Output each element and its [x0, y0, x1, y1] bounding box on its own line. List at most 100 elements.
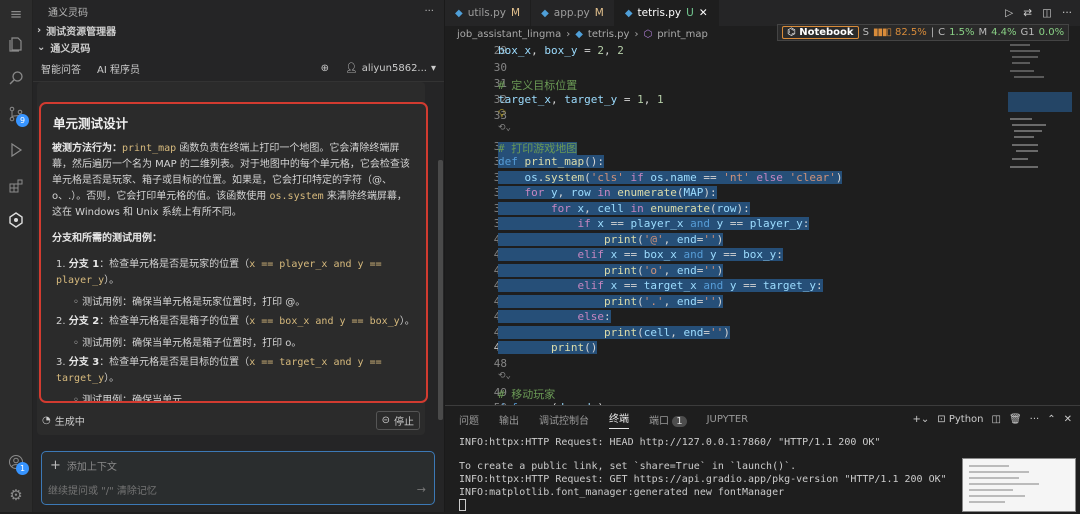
minimap[interactable] — [1008, 40, 1072, 190]
add-context-button[interactable]: + 添加上下文 — [42, 452, 434, 479]
branch-list: 1. 分支 1：检查单元格是否是玩家的位置（x == player_x and … — [52, 257, 415, 403]
source-control-icon[interactable]: 9 — [6, 104, 29, 127]
account-icon[interactable]: 1 — [6, 452, 29, 475]
new-chat-icon[interactable]: ⊕ — [321, 63, 329, 74]
more-actions-icon[interactable]: ··· — [1030, 414, 1040, 425]
send-arrow-icon[interactable]: → — [417, 483, 426, 496]
branches-heading: 分支和所需的测试用例： — [52, 233, 162, 244]
search-icon[interactable] — [6, 68, 26, 88]
tab-problems[interactable]: 问题 — [459, 412, 479, 427]
code-line-47: print() — [498, 341, 598, 354]
code-line-44: print('.', end='') — [498, 295, 724, 308]
tab-smart-qa[interactable]: 智能问答 — [41, 61, 81, 76]
ports-badge: 1 — [672, 415, 687, 427]
card-heading: 单元测试设计 — [53, 116, 129, 131]
chevron-down-icon: ⌄ — [37, 42, 46, 53]
method-behavior-paragraph: 被测方法行为：print_map 函数负责在终端上打印一个地图。它会清除终端屏幕… — [52, 143, 410, 218]
python-file-icon: ◆ — [455, 7, 463, 19]
plus-icon: + — [50, 458, 61, 473]
new-terminal-icon[interactable]: +⌄ — [913, 414, 930, 425]
tab-jupyter[interactable]: JUPYTER — [707, 414, 749, 425]
tab-tetris-py[interactable]: ◆ tetris.py U ✕ — [614, 0, 719, 26]
tree-item-test-explorer[interactable]: › 测试资源管理器 — [33, 22, 444, 39]
screen-thumbnail — [962, 458, 1076, 512]
user-icon: 👤︎ — [345, 63, 358, 74]
terminal-line: INFO:httpx:HTTP Request: HEAD http://127… — [459, 437, 881, 448]
code-line-39: if x == player_x and y == player_y: — [498, 217, 810, 230]
close-panel-icon[interactable]: ✕ — [1064, 414, 1072, 425]
notebook-button[interactable]: ⌬ Notebook — [782, 26, 859, 39]
tab-ports[interactable]: 端口 1 — [649, 412, 687, 427]
editor-area: ◆ utils.py M ◆ app.py M ◆ tetris.py U ✕ ▷ ⇄ ◫ ·… — [445, 0, 1080, 414]
extensions-icon[interactable] — [6, 176, 26, 196]
chat-scrollbar[interactable] — [438, 160, 443, 420]
breadcrumb-symbol[interactable]: print_map — [657, 29, 708, 40]
branch-3-testcase: ◦ 测试用例：确保当单元 — [73, 395, 183, 403]
code-line-40: print('@', end='') — [498, 233, 724, 246]
panel-tabs: 问题 输出 调试控制台 终端 端口 1 JUPYTER +⌄ ⊡ Python … — [445, 406, 1080, 432]
generating-status-row: ◔ 生成中 ⊝ 停止 — [42, 410, 420, 430]
generating-status: ◔ 生成中 — [42, 414, 85, 428]
user-menu[interactable]: 👤︎ aliyun5862... ▾ — [345, 63, 436, 74]
python-file-icon: ◆ — [541, 7, 549, 19]
split-editor-icon[interactable]: ◫ — [1042, 7, 1052, 19]
branch-2-testcase: ◦ 测试用例：确保当单元格是箱子位置时，打印 o。 — [73, 338, 302, 349]
terminal-line: INFO:matplotlib.font_manager:generated n… — [459, 487, 785, 498]
run-debug-icon[interactable] — [6, 140, 26, 160]
more-actions-icon[interactable]: ··· — [424, 6, 434, 17]
code-line-38: for x, cell in enumerate(row): — [498, 202, 750, 215]
code-line-37: for y, row in enumerate(MAP): — [498, 186, 717, 199]
tab-app-py[interactable]: ◆ app.py M — [531, 0, 615, 26]
split-terminal-icon[interactable]: ◫ — [992, 414, 1001, 425]
tab-ai-programmer[interactable]: AI 程序员 — [97, 61, 140, 76]
function-symbol-icon: ⬡ — [643, 29, 653, 40]
explorer-icon[interactable] — [6, 34, 26, 54]
terminal-cursor — [459, 499, 466, 511]
editor-tabbar: ◆ utils.py M ◆ app.py M ◆ tetris.py U ✕ ▷ ⇄ ◫ ·… — [445, 0, 1080, 26]
cpu-label: S — [862, 27, 869, 38]
tab-terminal[interactable]: 终端 — [609, 410, 629, 429]
account-badge: 1 — [16, 462, 29, 475]
fold-marker[interactable]: ⟲⌄ — [498, 371, 511, 381]
activity-bar: ≡ 9 1 ⚙ — [0, 0, 33, 512]
fold-marker[interactable]: ⟲⌄ — [498, 123, 511, 133]
scm-badge: 9 — [16, 114, 29, 127]
tab-utils-py[interactable]: ◆ utils.py M — [445, 0, 532, 26]
settings-gear-icon[interactable]: ⚙ — [6, 485, 26, 505]
breadcrumb-file[interactable]: tetris.py — [588, 29, 630, 40]
c-label: C — [938, 27, 946, 38]
code-view[interactable]: 29 box_x, box_y = 2, 2 30 31 # 定义目标位置 32… — [445, 43, 1005, 414]
chat-input[interactable] — [48, 482, 408, 500]
code-line-45: else: — [498, 310, 611, 323]
maximize-panel-icon[interactable]: ⌃ — [1047, 414, 1055, 425]
trash-icon[interactable]: 🗑︎ — [1009, 414, 1022, 425]
tab-output[interactable]: 输出 — [499, 412, 519, 427]
tree-item-lingma[interactable]: ⌄ 通义灵码 — [33, 39, 444, 56]
tab-debug-console[interactable]: 调试控制台 — [539, 412, 589, 427]
terminal-line: INFO:httpx:HTTP Request: GET https://api… — [459, 474, 947, 485]
code-line-29: box_x, box_y = 2, 2 — [498, 44, 624, 57]
stop-icon: ⊝ — [381, 414, 390, 426]
chevron-right-icon: › — [37, 25, 42, 36]
lightbulb-icon[interactable]: 💡︎ — [498, 107, 506, 121]
answer-card: 单元测试设计 被测方法行为：print_map 函数负责在终端上打印一个地图。它… — [39, 102, 428, 403]
branch-item-2: 2. 分支 2：检查单元格是否是箱子的位置（x == box_x and y =… — [56, 316, 415, 327]
lingma-icon[interactable] — [6, 210, 26, 230]
branch-item-3: 3. 分支 3：检查单元格是否是目标的位置（x == target_x and … — [56, 357, 382, 384]
close-tab-icon[interactable]: ✕ — [699, 7, 708, 19]
stop-button[interactable]: ⊝ 停止 — [375, 410, 420, 430]
python-terminal-dropdown[interactable]: ⊡ Python — [937, 414, 983, 425]
editor-actions: ▷ ⇄ ◫ ··· — [1005, 0, 1080, 26]
code-line-35: def print_map(): — [498, 155, 604, 168]
python-file-icon: ◆ — [624, 7, 633, 19]
compare-icon[interactable]: ⇄ — [1023, 7, 1032, 19]
code-line-41: elif x == box_x and y == box_y: — [498, 248, 783, 261]
lingma-tabs: 智能问答 AI 程序员 ⊕ 👤︎ aliyun5862... ▾ — [33, 56, 444, 82]
menu-icon[interactable]: ≡ — [6, 4, 26, 24]
run-icon[interactable]: ▷ — [1005, 7, 1013, 19]
g-label: G1 — [1020, 27, 1035, 38]
python-file-icon: ◆ — [575, 29, 583, 40]
breadcrumb-folder[interactable]: job_assistant_lingma — [457, 29, 561, 40]
branch-item-1: 1. 分支 1：检查单元格是否是玩家的位置（x == player_x and … — [56, 259, 382, 286]
more-actions-icon[interactable]: ··· — [1062, 7, 1072, 19]
